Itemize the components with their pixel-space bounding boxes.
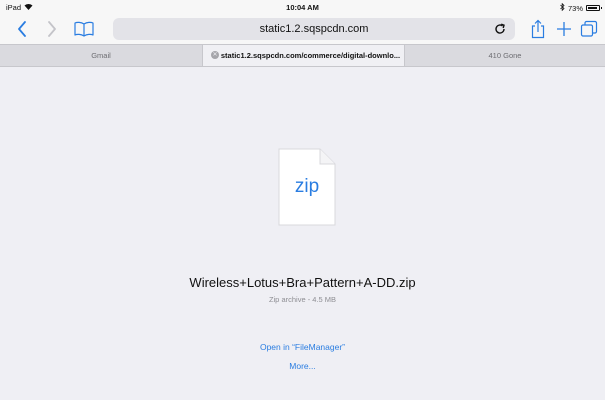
zip-file-icon: zip	[278, 148, 336, 226]
tab-current[interactable]: ✕ static1.2.sqspcdn.com/commerce/digital…	[202, 45, 405, 66]
bookmarks-button[interactable]	[74, 19, 94, 39]
tab-gmail[interactable]: Gmail	[0, 45, 202, 66]
new-tab-button[interactable]	[554, 19, 574, 39]
forward-button[interactable]	[42, 19, 62, 39]
tab-410-gone[interactable]: 410 Gone	[405, 45, 605, 66]
reload-icon[interactable]	[493, 22, 507, 36]
status-time: 10:04 AM	[286, 3, 319, 12]
chevron-left-icon	[18, 21, 26, 37]
chevron-right-icon	[48, 21, 56, 37]
open-in-filemanager-link[interactable]: Open in “FileManager”	[0, 342, 605, 352]
status-right: 73%	[560, 2, 602, 13]
battery-percent: 73%	[567, 3, 583, 13]
file-extension: zip	[294, 176, 320, 197]
tab-label: Gmail	[91, 51, 111, 60]
plus-icon	[557, 22, 571, 36]
tab-label: static1.2.sqspcdn.com/commerce/digital-d…	[220, 51, 401, 60]
close-icon[interactable]: ✕	[211, 51, 219, 59]
tabs-button[interactable]	[579, 19, 599, 39]
share-icon	[531, 19, 545, 39]
file-name: Wireless+Lotus+Bra+Pattern+A-DD.zip	[189, 275, 416, 290]
address-bar[interactable]: static1.2.sqspcdn.com	[113, 18, 515, 40]
tab-strip: Gmail ✕ static1.2.sqspcdn.com/commerce/d…	[0, 44, 605, 67]
bluetooth-icon	[560, 2, 565, 13]
download-preview: zip Wireless+Lotus+Bra+Pattern+A-DD.zip …	[0, 67, 605, 400]
browser-toolbar: static1.2.sqspcdn.com	[0, 14, 605, 44]
file-meta: Zip archive - 4.5 MB	[268, 295, 337, 304]
back-button[interactable]	[12, 19, 32, 39]
tab-label: 410 Gone	[488, 51, 522, 60]
address-text: static1.2.sqspcdn.com	[259, 23, 369, 35]
status-bar: iPad 10:04 AM 73%	[0, 0, 605, 14]
more-link[interactable]: More...	[0, 361, 605, 371]
battery-icon	[586, 5, 602, 11]
share-button[interactable]	[528, 19, 548, 39]
book-icon	[74, 21, 94, 37]
tabs-icon	[580, 20, 598, 37]
